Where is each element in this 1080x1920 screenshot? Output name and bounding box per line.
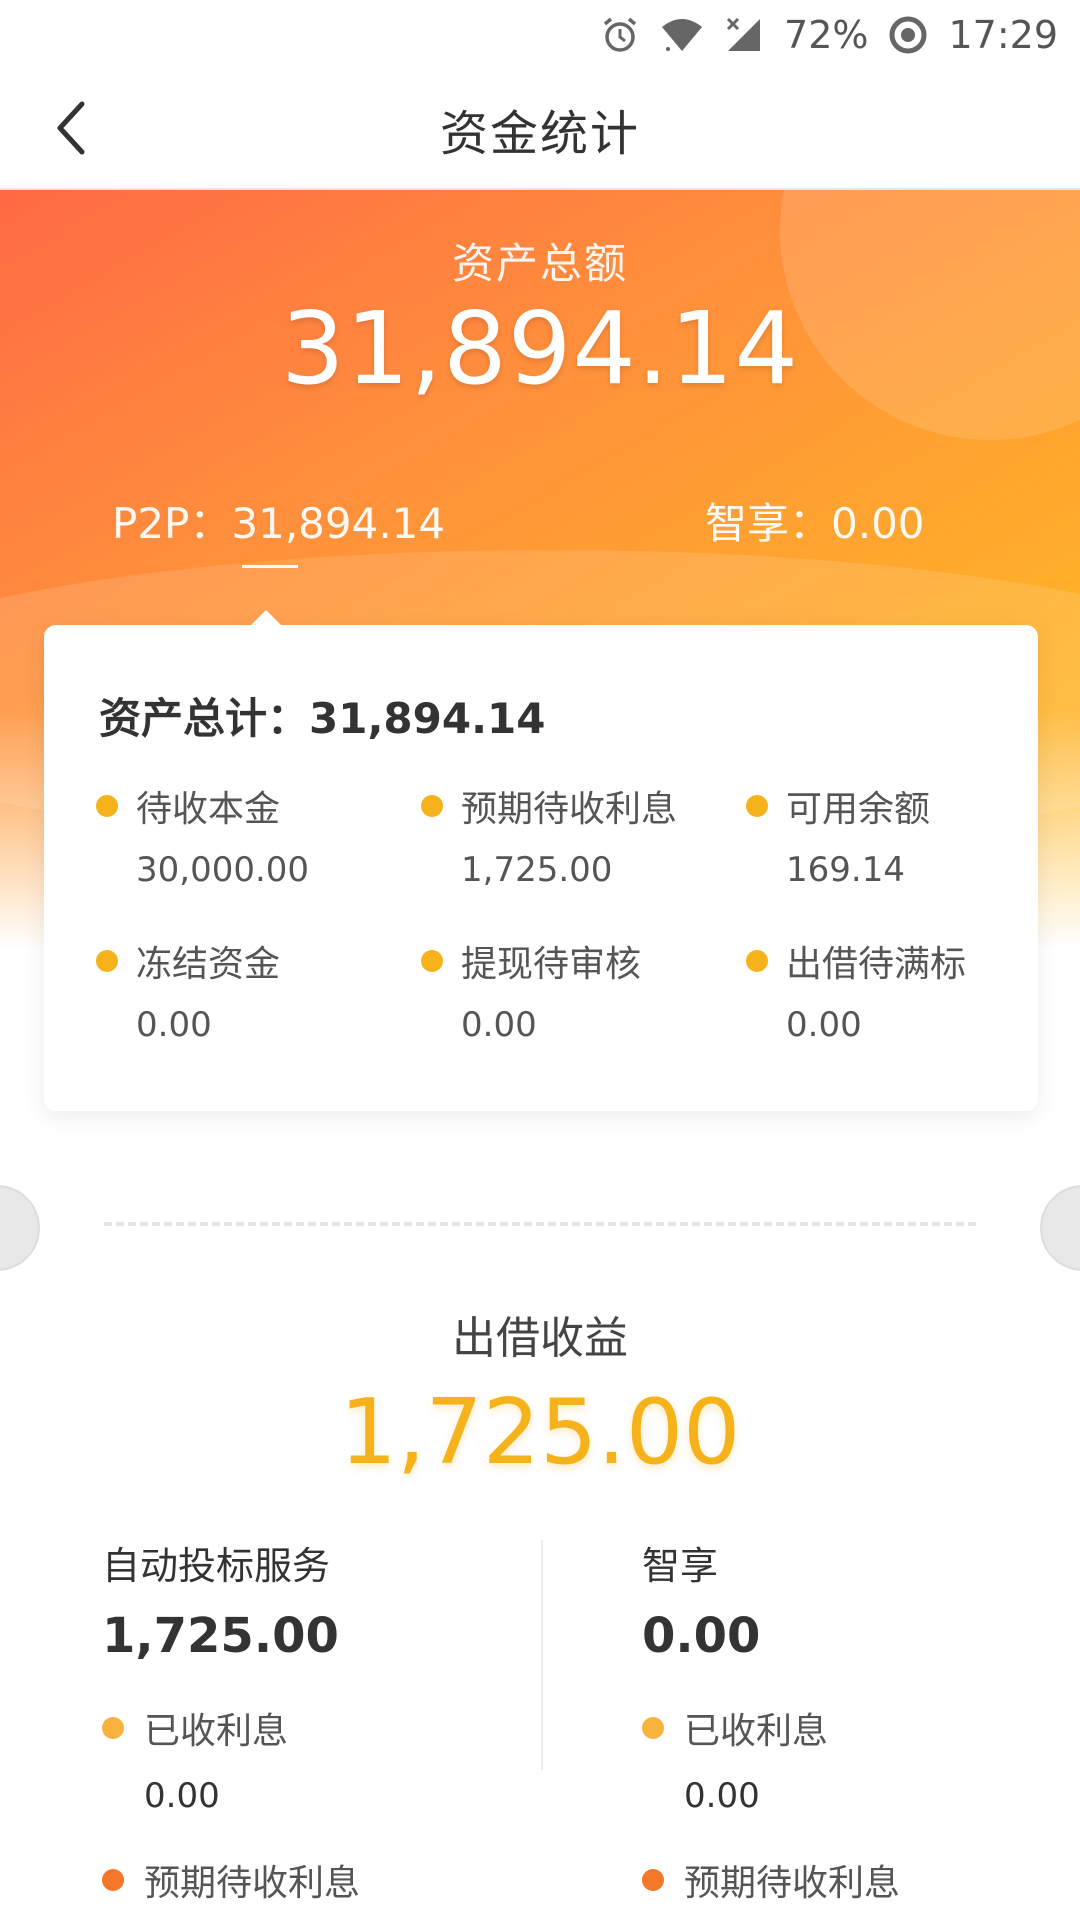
ticket-notch-left	[0, 1185, 40, 1271]
stat-available-balance: 可用余额 169.14	[746, 780, 996, 890]
bullet-dot	[421, 795, 443, 817]
expected-interest: 预期待收利息	[102, 1854, 522, 1906]
battery-percent: 72%	[784, 13, 869, 57]
bullet-dot	[96, 950, 118, 972]
bullet-dot	[102, 1717, 124, 1739]
stat-pending-principal: 待收本金 30,000.00	[96, 780, 421, 890]
bullet-dot	[746, 795, 768, 817]
stat-expected-interest: 预期待收利息 1,725.00	[421, 780, 746, 890]
received-interest: 已收利息 0.00	[102, 1702, 522, 1816]
item-label: 已收利息	[144, 1711, 289, 1752]
column-title: 自动投标服务	[102, 1544, 331, 1588]
active-tab-indicator	[242, 565, 298, 568]
signal-icon	[724, 15, 764, 55]
item-label: 已收利息	[684, 1711, 829, 1752]
stat-withdrawal-pending: 提现待审核 0.00	[421, 935, 746, 1045]
total-assets-value: 31,894.14	[281, 290, 799, 407]
auto-bid-column: 自动投标服务 1,725.00 已收利息 0.00 预期待收利息	[102, 1535, 522, 1906]
page-title: 资金统计	[439, 106, 640, 162]
stat-value: 0.00	[136, 1005, 212, 1045]
tab-zhixiang[interactable]: 智享：0.00	[705, 490, 925, 551]
received-interest: 已收利息 0.00	[642, 1702, 1062, 1816]
stat-value: 0.00	[461, 1005, 537, 1045]
asset-summary-card: 资产总计：31,894.14 待收本金 30,000.00 预期待收利息 1,7…	[44, 625, 1038, 1111]
stat-frozen-funds: 冻结资金 0.00	[96, 935, 421, 1045]
fund-statistics-page: 72% 17:29 资金统计 资产总额 31,894.14 P2P：31,894…	[0, 0, 1080, 1920]
nav-bar: 资金统计	[0, 70, 1080, 190]
total-assets-label: 资产总额	[451, 239, 628, 288]
item-value: 0.00	[684, 1776, 760, 1816]
tab-p2p[interactable]: P2P：31,894.14	[112, 490, 445, 551]
asset-breakdown-grid: 待收本金 30,000.00 预期待收利息 1,725.00 可用余额 169.…	[96, 780, 996, 1045]
chevron-left-icon	[50, 98, 90, 162]
ticket-notch-right	[1040, 1185, 1080, 1271]
zhixiang-column: 智享 0.00 已收利息 0.00 预期待收利息	[642, 1535, 1062, 1906]
item-label: 预期待收利息	[144, 1863, 361, 1904]
sync-icon	[888, 15, 928, 55]
status-bar: 72% 17:29	[0, 0, 1080, 70]
earnings-value: 1,725.00	[339, 1380, 741, 1485]
stat-value: 169.14	[786, 850, 905, 890]
alarm-icon	[600, 15, 640, 55]
card-pointer	[250, 610, 282, 626]
stat-value: 1,725.00	[461, 850, 613, 890]
column-value: 0.00	[642, 1608, 761, 1664]
stat-label: 提现待审核	[461, 944, 642, 985]
column-title: 智享	[642, 1544, 719, 1588]
stat-value: 0.00	[786, 1005, 862, 1045]
earnings-label: 出借收益	[452, 1313, 628, 1364]
column-divider	[541, 1540, 543, 1770]
expected-interest: 预期待收利息	[642, 1854, 1062, 1906]
back-button[interactable]	[30, 90, 110, 170]
bullet-dot	[102, 1869, 124, 1891]
stat-label: 可用余额	[786, 789, 931, 830]
stat-label: 冻结资金	[136, 944, 281, 985]
column-value: 1,725.00	[102, 1608, 339, 1664]
stat-label: 待收本金	[136, 789, 281, 830]
bullet-dot	[421, 950, 443, 972]
stat-label: 出借待满标	[786, 944, 967, 985]
bullet-dot	[642, 1717, 664, 1739]
item-value: 0.00	[144, 1776, 220, 1816]
bullet-dot	[96, 795, 118, 817]
stat-value: 30,000.00	[136, 850, 310, 890]
item-label: 预期待收利息	[684, 1863, 901, 1904]
clock: 17:29	[948, 13, 1058, 57]
bullet-dot	[642, 1869, 664, 1891]
stat-lending-pending: 出借待满标 0.00	[746, 935, 996, 1045]
bullet-dot	[746, 950, 768, 972]
asset-total: 资产总计：31,894.14	[99, 694, 546, 743]
dashed-divider	[104, 1222, 976, 1226]
wifi-icon	[660, 15, 704, 55]
stat-label: 预期待收利息	[461, 789, 678, 830]
